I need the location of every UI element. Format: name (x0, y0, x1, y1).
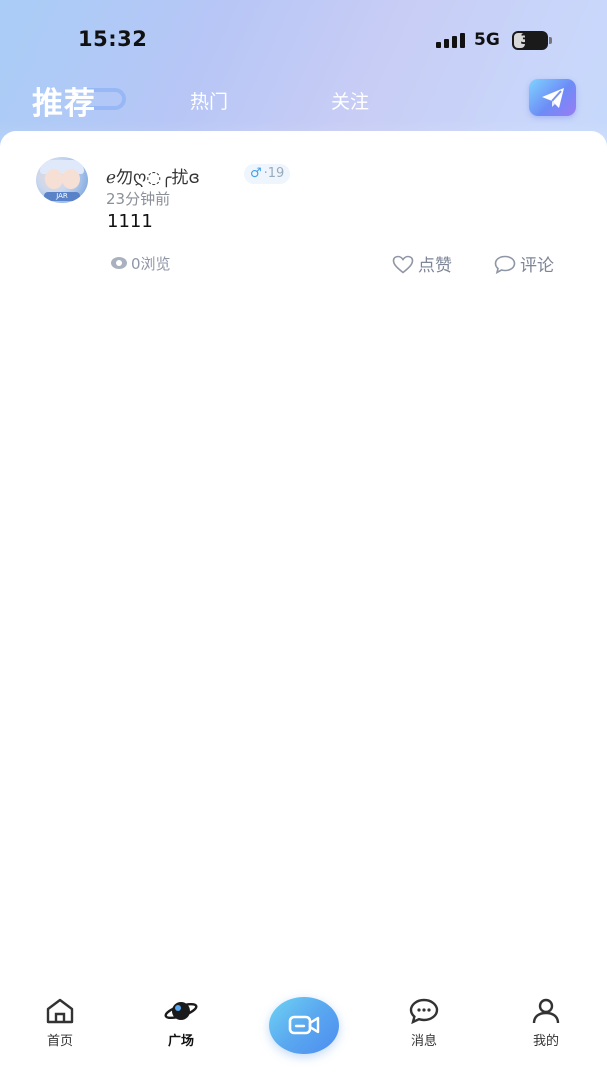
video-camera-icon (288, 1015, 320, 1035)
eye-icon (111, 257, 127, 269)
avatar[interactable]: JAR (36, 157, 88, 203)
battery-level: 34 (520, 32, 540, 48)
paper-plane-icon (542, 88, 564, 108)
signal-icon (436, 32, 466, 48)
heart-icon (392, 255, 414, 274)
male-icon: ♂ (250, 166, 262, 181)
home-icon (46, 998, 74, 1024)
nav-square[interactable]: 广场 (141, 998, 221, 1049)
like-label: 点赞 (418, 256, 452, 276)
gender-age-badge: ♂ ·19 (244, 164, 291, 184)
nav-messages-label: 消息 (410, 1034, 437, 1049)
view-count: 0浏览 (111, 253, 171, 273)
nav-home[interactable]: 首页 (20, 998, 100, 1049)
video-call-button[interactable] (269, 997, 339, 1054)
comment-icon (494, 255, 516, 275)
age-label: ·19 (263, 166, 285, 181)
chat-bubble-icon (409, 998, 439, 1025)
like-button[interactable]: 点赞 (392, 251, 452, 276)
bottom-nav: 首页 广场 消息 我的 (0, 980, 607, 1080)
post-card[interactable]: JAR ℯ勿ღ◌╭扰ɞ ♂ ·19 23分钟前 1111 0浏览 点赞 评论 (0, 131, 607, 301)
comment-label: 评论 (520, 256, 554, 276)
tab-hot[interactable]: 热门 (190, 87, 228, 114)
avatar-caption: JAR (44, 192, 80, 201)
tab-follow[interactable]: 关注 (331, 87, 369, 114)
nav-square-label: 广场 (167, 1034, 194, 1049)
top-tabs: 推荐 热门 关注 (0, 76, 607, 124)
planet-icon (164, 1002, 198, 1020)
status-bar: 15:32 5G 34 (0, 0, 607, 80)
tab-recommend[interactable]: 推荐 (32, 78, 96, 123)
comment-button[interactable]: 评论 (494, 251, 554, 276)
user-icon (532, 998, 560, 1024)
nav-mine[interactable]: 我的 (506, 998, 586, 1049)
network-type: 5G (474, 30, 500, 50)
nav-home-label: 首页 (46, 1034, 73, 1049)
view-count-label: 0浏览 (131, 255, 171, 273)
post-time: 23分钟前 (106, 190, 171, 208)
publish-button[interactable] (529, 79, 576, 116)
nav-messages[interactable]: 消息 (384, 998, 464, 1049)
post-content: 1111 (107, 211, 153, 232)
status-time: 15:32 (78, 27, 148, 51)
battery-tip (549, 37, 552, 44)
battery-icon: 34 (512, 31, 548, 50)
username[interactable]: ℯ勿ღ◌╭扰ɞ (106, 163, 200, 188)
nav-mine-label: 我的 (532, 1034, 559, 1049)
